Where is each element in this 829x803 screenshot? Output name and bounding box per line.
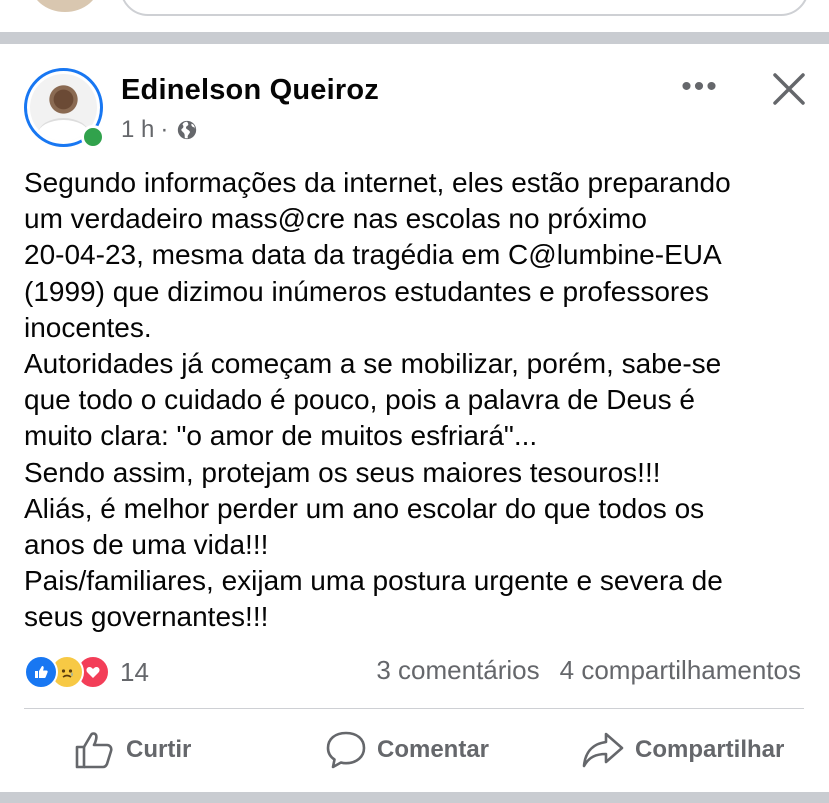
reaction-count: 14 — [120, 656, 149, 687]
comment-button[interactable]: Comentar — [325, 727, 489, 773]
post-meta: 1 h · — [121, 116, 198, 144]
share-label: Compartilhar — [635, 736, 785, 763]
reaction-summary[interactable]: 14 — [24, 655, 149, 689]
online-status-dot — [81, 125, 105, 149]
author-name[interactable]: Edinelson Queiroz — [121, 74, 379, 107]
engagement-stats: 3 comentários 4 compartilhamentos — [376, 655, 801, 686]
comment-label: Comentar — [377, 736, 490, 763]
like-label: Curtir — [126, 736, 192, 763]
globe-icon[interactable] — [176, 119, 198, 141]
more-options-button[interactable]: ••• — [680, 72, 720, 104]
feed-separator-bottom — [0, 792, 829, 803]
post-time[interactable]: 1 h — [121, 116, 154, 144]
previous-composer-strip — [0, 0, 829, 30]
like-reaction-icon — [24, 655, 58, 689]
post-body-text: Segundo informações da internet, eles es… — [24, 167, 731, 633]
composer-input[interactable] — [120, 0, 809, 16]
share-button[interactable]: Compartilhar — [581, 727, 784, 773]
feed-separator — [0, 32, 829, 44]
actions-divider — [24, 708, 804, 709]
comment-bubble-icon — [326, 731, 366, 769]
like-button[interactable]: Curtir — [74, 727, 191, 773]
thumbs-up-icon — [75, 732, 113, 769]
meta-separator: · — [160, 116, 169, 143]
share-arrow-icon — [582, 732, 624, 768]
more-dots-icon: ••• — [681, 70, 719, 103]
close-icon[interactable] — [768, 68, 810, 110]
shares-count[interactable]: 4 compartilhamentos — [560, 655, 801, 686]
comments-count[interactable]: 3 comentários — [376, 655, 539, 686]
composer-avatar[interactable] — [30, 0, 100, 12]
